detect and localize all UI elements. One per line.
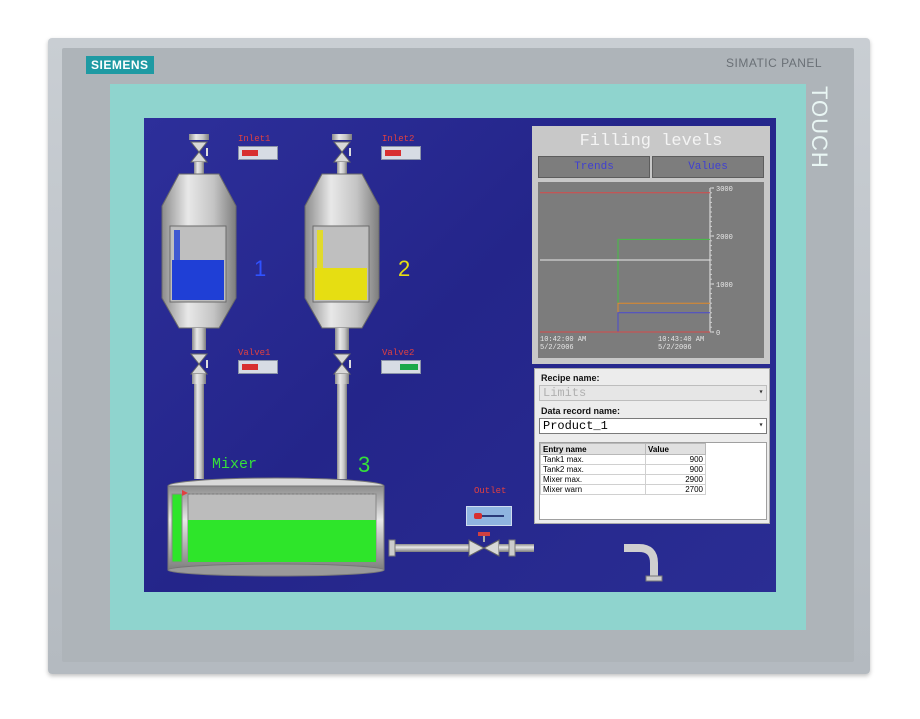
touch-label: TOUCH xyxy=(807,86,832,169)
trend-end-time: 10:43:40 AM 5/2/2006 xyxy=(658,336,704,352)
entry-value-cell[interactable]: 2900 xyxy=(645,474,706,485)
trend-start-time-text: 10:42:00 AM xyxy=(540,336,587,344)
entry-name-cell: Tank1 max. xyxy=(540,454,646,465)
valve2-gauge[interactable] xyxy=(381,360,421,374)
trend-chart: 0 1000 2000 3000 xyxy=(540,186,733,338)
valve1-label: Valve1 xyxy=(238,348,271,358)
filling-levels-title: Filling levels xyxy=(579,132,723,151)
trend-y-tick-label: 2000 xyxy=(716,234,733,242)
trend-y-tick-label: 1000 xyxy=(716,282,733,290)
outlet-valve-indicator xyxy=(474,513,482,519)
table-header-row: Entry name Value xyxy=(540,443,706,455)
trend-start-time: 10:42:00 AM 5/2/2006 xyxy=(540,336,586,352)
mixer-tank xyxy=(167,477,385,577)
valve2-gauge-fill xyxy=(400,364,418,370)
trend-y-tick-label: 3000 xyxy=(716,186,733,194)
outlet-elbow xyxy=(624,544,663,582)
entry-value-cell[interactable]: 2700 xyxy=(645,484,706,495)
mixer-number: 3 xyxy=(358,452,371,477)
trend-y-tick-label: 0 xyxy=(716,330,720,338)
column-header-entry-name[interactable]: Entry name xyxy=(540,443,646,455)
mixer-level xyxy=(188,520,376,562)
trend-series-line xyxy=(617,302,710,332)
outlet-valve-button[interactable] xyxy=(466,506,512,526)
entry-name-cell: Mixer warn xyxy=(540,484,646,495)
tank-2-number: 2 xyxy=(398,256,411,281)
tab-values[interactable]: Values xyxy=(652,156,764,178)
tank-2 xyxy=(304,134,380,479)
entry-name-cell: Tank2 max. xyxy=(540,464,646,475)
recipe-name-label: Recipe name: xyxy=(541,373,600,383)
tank-1 xyxy=(161,134,237,479)
recipe-name-value: Limits xyxy=(543,386,587,400)
filling-levels-panel: Filling levels Trends Values 0 1000 2000 30… xyxy=(532,126,770,364)
inlet2-gauge[interactable] xyxy=(381,146,421,160)
entry-value-cell[interactable]: 900 xyxy=(645,464,706,475)
entry-name-cell: Mixer max. xyxy=(540,474,646,485)
brand-logo: SIEMENS xyxy=(86,56,154,74)
recipe-name-select[interactable]: Limits ▾ xyxy=(539,385,767,401)
trend-start-date-text: 5/2/2006 xyxy=(540,344,574,352)
chevron-down-icon: ▾ xyxy=(758,388,764,397)
mixer-label: Mixer xyxy=(212,456,258,473)
table-row[interactable]: Mixer warn 2700 xyxy=(540,484,706,495)
entries-table: Entry name Value Tank1 max. 900 Tank2 ma… xyxy=(540,443,706,495)
record-name-value: Product_1 xyxy=(543,419,608,433)
outlet-pipe xyxy=(388,532,534,557)
trend-series-line xyxy=(617,312,710,332)
recipe-view: Recipe name: Limits ▾ Data record name: … xyxy=(534,368,770,524)
trend-series-line xyxy=(617,238,710,332)
tank-1-number: 1 xyxy=(254,256,267,281)
hmi-screen: Inlet1 Inlet2 Valve1 Valve2 1 2 Mixer 3 … xyxy=(144,118,776,592)
inlet1-label: Inlet1 xyxy=(238,134,271,144)
record-name-select[interactable]: Product_1 ▾ xyxy=(539,418,767,434)
inlet1-gauge-fill xyxy=(242,150,258,156)
valve1-gauge[interactable] xyxy=(238,360,278,374)
outlet-valve-stem xyxy=(482,515,504,517)
inlet1-gauge[interactable] xyxy=(238,146,278,160)
column-header-value[interactable]: Value xyxy=(645,443,706,455)
valve1-gauge-fill xyxy=(242,364,258,370)
table-row[interactable]: Mixer max. 2900 xyxy=(540,474,706,485)
inlet2-gauge-fill xyxy=(385,150,401,156)
trend-end-time-text: 10:43:40 AM xyxy=(658,336,705,344)
table-row[interactable]: Tank2 max. 900 xyxy=(540,464,706,475)
inlet2-label: Inlet2 xyxy=(382,134,415,144)
table-row[interactable]: Tank1 max. 900 xyxy=(540,454,706,465)
entries-table-container: Entry name Value Tank1 max. 900 Tank2 ma… xyxy=(539,442,767,520)
record-name-label: Data record name: xyxy=(541,406,621,416)
trend-chart-area: 0 1000 2000 3000 10:42:00 AM 5/2/2006 10:43… xyxy=(538,182,764,358)
tab-trends[interactable]: Trends xyxy=(538,156,650,178)
entry-value-cell[interactable]: 900 xyxy=(645,454,706,465)
model-label: SIMATIC PANEL xyxy=(726,56,823,70)
trend-end-date-text: 5/2/2006 xyxy=(658,344,692,352)
valve2-label: Valve2 xyxy=(382,348,415,358)
outlet-label: Outlet xyxy=(474,486,507,496)
chevron-down-icon: ▾ xyxy=(758,421,764,430)
